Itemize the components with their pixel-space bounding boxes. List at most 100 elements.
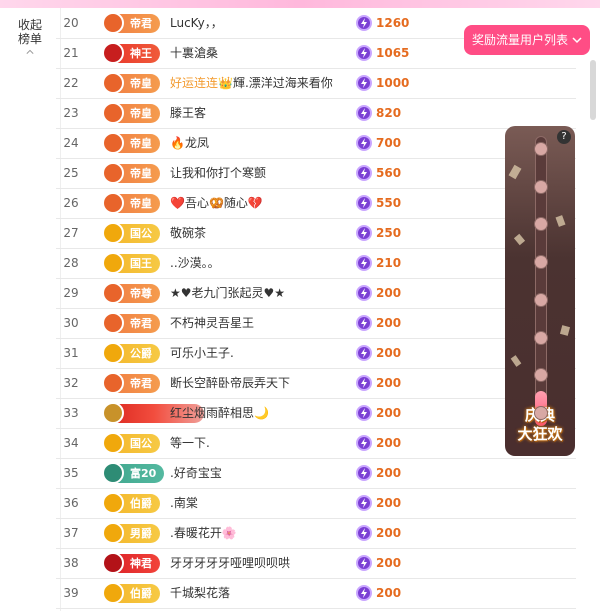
ranking-row[interactable]: 34 国公 等一下. 200 (56, 428, 576, 459)
rank-number: 23 (63, 106, 79, 120)
level-badge-label: 男爵 (130, 527, 152, 540)
level-badge-label: 神君 (130, 557, 152, 570)
user-name[interactable]: 千城梨花落 (170, 578, 230, 608)
level-badge-label: 帝皇 (130, 137, 152, 150)
rank-number: 29 (63, 286, 79, 300)
ranking-row[interactable]: 27 国公 敬碗茶 250 (56, 218, 576, 249)
score-value: 820 (376, 106, 402, 120)
festival-progress-widget[interactable]: ? 庆典 大狂欢 (505, 126, 575, 456)
user-name[interactable]: 等一下. (170, 428, 210, 458)
ranking-row[interactable]: 23 帝皇 滕王客 820 (56, 98, 576, 129)
badge-emblem-icon (102, 252, 124, 274)
user-name[interactable]: 让我和你打个寒颤 (170, 158, 266, 188)
rank-number: 24 (63, 136, 79, 150)
scrollbar-thumb[interactable] (590, 60, 596, 120)
ranking-row[interactable]: 22 帝皇 好运连连👑輝.漂洋过海来看你 1000 (56, 68, 576, 99)
badge-emblem-icon (102, 72, 124, 94)
user-name[interactable]: 敬碗茶 (170, 218, 206, 248)
ranking-row[interactable]: 29 帝尊 ★♥老九门张起灵♥★ 200 (56, 278, 576, 309)
user-name[interactable]: 断长空醉卧帝辰弄天下 (170, 368, 290, 398)
help-icon[interactable]: ? (557, 130, 571, 144)
progress-dot (534, 142, 548, 156)
ranking-row[interactable]: 37 男爵 .春暖花开🌸 200 (56, 518, 576, 549)
level-badge: 神君 (102, 552, 160, 574)
badge-emblem-icon (102, 132, 124, 154)
score-value: 560 (376, 166, 402, 180)
confetti-decoration (508, 164, 522, 180)
badge-emblem-icon (102, 462, 124, 484)
score-value: 200 (376, 346, 402, 360)
user-name[interactable]: ..沙漠。。 (170, 248, 220, 278)
rank-number: 38 (63, 556, 79, 570)
user-name[interactable]: 可乐小王子. (170, 338, 234, 368)
collapse-ranking-button[interactable]: 收起 榜单 (14, 18, 46, 56)
user-name[interactable]: ★♥老九门张起灵♥★ (170, 278, 285, 308)
ranking-row[interactable]: 31 公爵 可乐小王子. 200 (56, 338, 576, 369)
ranking-row[interactable]: 32 帝君 断长空醉卧帝辰弄天下 200 (56, 368, 576, 399)
user-name-text: ★♥老九门张起灵♥★ (170, 286, 286, 300)
user-name[interactable]: LucKy，， (170, 8, 223, 38)
user-name[interactable]: 牙牙牙牙牙哑哩呗呗哄 (170, 548, 290, 578)
confetti-decoration (559, 325, 571, 336)
lightning-icon (356, 405, 372, 421)
user-name[interactable]: 🔥龙凤 (170, 128, 209, 158)
score-value: 200 (376, 376, 402, 390)
rank-number: 21 (63, 46, 79, 60)
lightning-icon (356, 585, 372, 601)
user-name[interactable]: 滕王客 (170, 98, 206, 128)
ranking-row[interactable]: 28 国王 ..沙漠。。 210 (56, 248, 576, 279)
level-badge-label: 国公 (130, 437, 152, 450)
level-badge-label: 帝君 (130, 377, 152, 390)
user-name-text: 断长空醉卧帝辰弄天下 (170, 376, 291, 390)
rank-number: 25 (63, 166, 79, 180)
user-name[interactable]: 好运连连👑輝.漂洋过海来看你 (170, 68, 333, 98)
lightning-icon (356, 495, 372, 511)
level-badge: 帝皇 (102, 132, 160, 154)
score-value: 200 (376, 286, 402, 300)
user-name[interactable]: .南棠 (170, 488, 198, 518)
badge-emblem-icon (102, 492, 124, 514)
user-name[interactable]: .春暖花开🌸 (170, 518, 237, 548)
level-badge: 帝君 (102, 312, 160, 334)
user-name-text: .南棠 (170, 496, 198, 510)
level-badge: 帝皇 (102, 162, 160, 184)
user-name[interactable]: 十裏滄桑 (170, 38, 218, 68)
user-name-text: LucKy，， (170, 16, 223, 30)
rank-number: 33 (63, 406, 79, 420)
level-badge: 帝尊 (102, 282, 160, 304)
score-value: 250 (376, 226, 402, 240)
user-name-text: 🔥龙凤 (170, 136, 209, 150)
ranking-row[interactable]: 35 富20 .好奇宝宝 200 (56, 458, 576, 489)
lightning-icon (356, 345, 372, 361)
user-name[interactable]: .好奇宝宝 (170, 458, 222, 488)
ranking-row[interactable]: 33 红尘烟雨醉相思🌙 200 (56, 398, 576, 429)
ranking-row[interactable]: 38 神君 牙牙牙牙牙哑哩呗呗哄 200 (56, 548, 576, 579)
score-value: 200 (376, 466, 402, 480)
lightning-icon (356, 135, 372, 151)
ranking-row[interactable]: 26 帝皇 ❤️吾心🥨随心💔 550 (56, 188, 576, 219)
user-name[interactable]: 不朽神灵吾星王 (170, 308, 254, 338)
score-value: 1260 (376, 16, 410, 30)
ranking-row[interactable]: 30 帝君 不朽神灵吾星王 200 (56, 308, 576, 339)
top-accent-bar (0, 0, 600, 8)
level-badge-label: 帝君 (130, 317, 152, 330)
badge-emblem-icon (102, 312, 124, 334)
user-name-text: 滕王客 (170, 106, 207, 120)
level-badge-label: 神王 (130, 47, 152, 60)
level-badge-label: 国公 (130, 227, 152, 240)
user-name[interactable]: 红尘烟雨醉相思🌙 (170, 398, 269, 428)
ranking-row[interactable]: 24 帝皇 🔥龙凤 700 (56, 128, 576, 159)
level-badge-label: 帝尊 (130, 287, 152, 300)
lightning-icon (356, 315, 372, 331)
badge-emblem-icon (102, 192, 124, 214)
user-name-text: 让我和你打个寒颤 (170, 166, 267, 180)
ranking-row[interactable]: 25 帝皇 让我和你打个寒颤 560 (56, 158, 576, 189)
ranking-row[interactable]: 39 伯爵 千城梨花落 200 (56, 578, 576, 609)
score-value: 200 (376, 316, 402, 330)
lightning-icon (356, 255, 372, 271)
level-badge: 帝君 (102, 12, 160, 34)
level-badge: 伯爵 (102, 582, 160, 604)
reward-user-list-button[interactable]: 奖励流量用户列表 (464, 25, 590, 55)
ranking-row[interactable]: 36 伯爵 .南棠 200 (56, 488, 576, 519)
user-name[interactable]: ❤️吾心🥨随心💔 (170, 188, 263, 218)
